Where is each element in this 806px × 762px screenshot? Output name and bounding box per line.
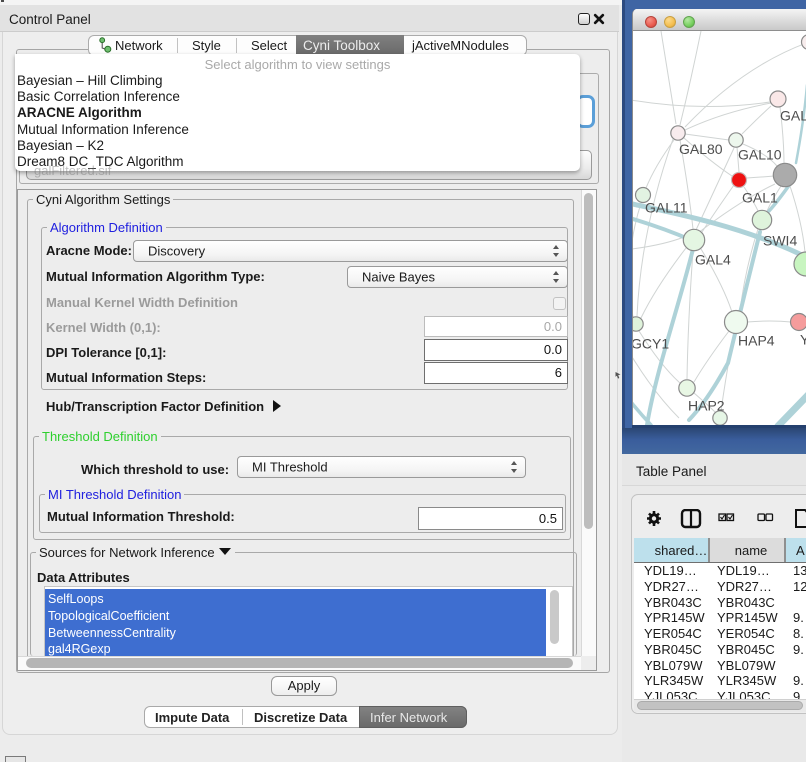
svg-text:HAP2: HAP2 (688, 398, 725, 414)
svg-text:GCY1: GCY1 (633, 336, 669, 352)
svg-text:GAL1: GAL1 (742, 190, 778, 206)
svg-text:SWI4: SWI4 (763, 233, 797, 249)
svg-text:HAP4: HAP4 (738, 333, 775, 349)
svg-text:GAL7: GAL7 (780, 108, 806, 124)
svg-text:Y: Y (800, 332, 806, 348)
svg-text:GAL4: GAL4 (695, 252, 731, 268)
svg-text:GAL10: GAL10 (738, 147, 782, 163)
svg-text:GAL80: GAL80 (679, 141, 723, 157)
svg-text:GAL11: GAL11 (645, 200, 688, 216)
